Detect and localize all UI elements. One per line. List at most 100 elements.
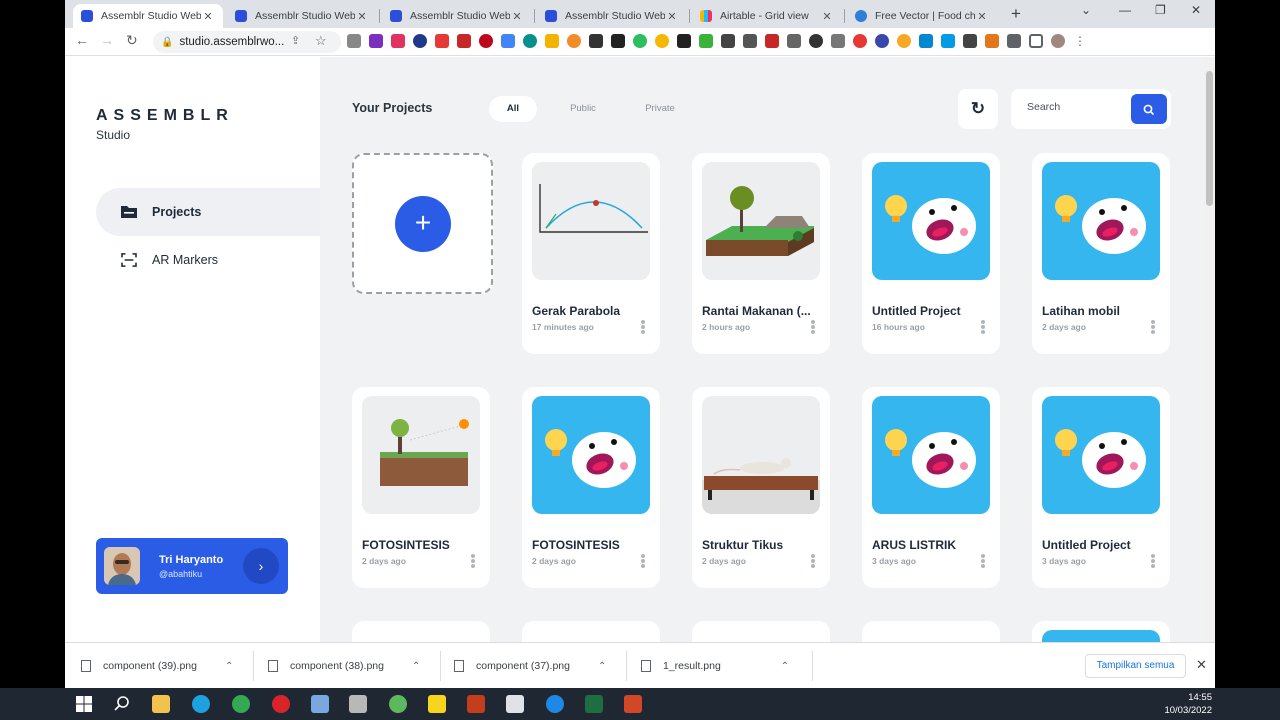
project-card[interactable]: FOTOSINTESIS 2 days ago: [522, 387, 660, 588]
chevron-up-icon[interactable]: ⌃: [781, 661, 789, 672]
extension-icon[interactable]: [941, 34, 955, 48]
more-options-icon[interactable]: [810, 554, 816, 568]
close-tab-icon[interactable]: ✕: [201, 10, 215, 23]
onenote-extension-icon[interactable]: [369, 34, 383, 48]
scrollbar-thumb[interactable]: [1206, 71, 1213, 206]
app-icon[interactable]: [389, 695, 407, 713]
tab-assemblr-1[interactable]: Assemblr Studio Web ✕: [73, 4, 223, 28]
download-item[interactable]: component (38).png ⌃: [268, 643, 420, 688]
maximize-button[interactable]: ❐: [1155, 3, 1166, 17]
close-window-button[interactable]: ✕: [1191, 3, 1201, 17]
project-card[interactable]: Untitled Project 16 hours ago: [862, 153, 1000, 354]
show-all-downloads-button[interactable]: Tampilkan semua: [1085, 654, 1186, 678]
close-tab-icon[interactable]: ✕: [355, 10, 369, 23]
translate-extension-icon[interactable]: [501, 34, 515, 48]
evernote-extension-icon[interactable]: [633, 34, 647, 48]
store-icon[interactable]: [311, 695, 329, 713]
extension-icon[interactable]: [457, 34, 471, 48]
metamask-extension-icon[interactable]: [985, 34, 999, 48]
extension-icon[interactable]: [567, 34, 581, 48]
extension-icon[interactable]: [765, 34, 779, 48]
extension-icon[interactable]: [897, 34, 911, 48]
download-item[interactable]: component (39).png ⌃: [81, 643, 233, 688]
new-project-button[interactable]: +: [352, 153, 493, 294]
side-panel-icon[interactable]: [1029, 34, 1043, 48]
scrollbar[interactable]: [1204, 57, 1215, 642]
user-card[interactable]: Tri Haryanto @abahtiku ›: [96, 538, 288, 594]
excel-icon[interactable]: [585, 695, 603, 713]
back-icon[interactable]: ←: [75, 32, 89, 48]
extension-icon[interactable]: [699, 34, 713, 48]
project-card[interactable]: Struktur Tikus 2 days ago: [692, 387, 830, 588]
more-options-icon[interactable]: [640, 554, 646, 568]
extension-icon[interactable]: [435, 34, 449, 48]
sidebar-item-ar-markers[interactable]: AR Markers: [96, 236, 320, 284]
extension-icon[interactable]: [677, 34, 691, 48]
search-button[interactable]: [1131, 94, 1167, 124]
extension-icon[interactable]: [413, 34, 427, 48]
filter-all[interactable]: All: [489, 96, 537, 122]
powerpoint-icon[interactable]: [624, 695, 642, 713]
tab-search-icon[interactable]: ⌄: [1081, 3, 1091, 17]
search-icon[interactable]: [113, 695, 131, 713]
extension-icon[interactable]: [853, 34, 867, 48]
extension-icon[interactable]: [875, 34, 889, 48]
extension-icon[interactable]: [721, 34, 735, 48]
close-tab-icon[interactable]: ✕: [510, 10, 524, 23]
sidebar-item-projects[interactable]: Projects: [96, 188, 320, 236]
new-tab-button[interactable]: +: [1011, 4, 1021, 24]
edge-icon[interactable]: [192, 695, 210, 713]
more-options-icon[interactable]: [470, 554, 476, 568]
extension-icon[interactable]: [919, 34, 933, 48]
close-tab-icon[interactable]: ✕: [820, 10, 834, 23]
chrome-icon[interactable]: [232, 695, 250, 713]
tab-assemblr-2[interactable]: Assemblr Studio Web ✕: [227, 4, 377, 28]
download-item[interactable]: component (37).png ⌃: [454, 643, 606, 688]
extension-icon[interactable]: [963, 34, 977, 48]
address-bar[interactable]: 🔒 studio.assemblrwo...: [153, 31, 341, 53]
app-icon[interactable]: [506, 695, 524, 713]
kebab-menu-icon[interactable]: ⋮: [1073, 34, 1087, 48]
chevron-up-icon[interactable]: ⌃: [598, 661, 606, 672]
filter-public[interactable]: Public: [559, 96, 607, 122]
opera-icon[interactable]: [272, 695, 290, 713]
close-tab-icon[interactable]: ✕: [975, 10, 989, 23]
download-item[interactable]: 1_result.png ⌃: [641, 643, 789, 688]
tab-assemblr-4[interactable]: Assemblr Studio Web ✕: [537, 4, 687, 28]
office-icon[interactable]: [467, 695, 485, 713]
more-options-icon[interactable]: [810, 320, 816, 334]
chevron-right-icon[interactable]: ›: [243, 548, 279, 584]
extension-icon[interactable]: [655, 34, 669, 48]
project-card[interactable]: Rantai Makanan (... 2 hours ago: [692, 153, 830, 354]
teamviewer-icon[interactable]: [546, 695, 564, 713]
project-card[interactable]: Gerak Parabola 17 minutes ago: [522, 153, 660, 354]
pinterest-extension-icon[interactable]: [479, 34, 493, 48]
profile-avatar[interactable]: [1051, 34, 1065, 48]
more-options-icon[interactable]: [980, 554, 986, 568]
project-card[interactable]: Latihan mobil 2 days ago: [1032, 153, 1170, 354]
extension-icon[interactable]: [787, 34, 801, 48]
project-card[interactable]: Untitled Project 3 days ago: [1032, 387, 1170, 588]
share-icon[interactable]: ⇪: [291, 34, 300, 47]
more-options-icon[interactable]: [1150, 320, 1156, 334]
chevron-up-icon[interactable]: ⌃: [412, 661, 420, 672]
file-explorer-icon[interactable]: [152, 695, 170, 713]
media-player-icon[interactable]: [349, 695, 367, 713]
tab-assemblr-3[interactable]: Assemblr Studio Web ✕: [382, 4, 532, 28]
extension-icon[interactable]: [831, 34, 845, 48]
windows-start-icon[interactable]: [75, 695, 93, 713]
more-options-icon[interactable]: [1150, 554, 1156, 568]
extension-icon[interactable]: [809, 34, 823, 48]
tab-airtable[interactable]: Airtable - Grid view ✕: [692, 4, 842, 28]
tab-freevector[interactable]: Free Vector | Food chain ✕: [847, 4, 997, 28]
system-clock[interactable]: 14:55 10/03/2022: [1162, 691, 1212, 717]
extension-icon[interactable]: [391, 34, 405, 48]
project-card[interactable]: FOTOSINTESIS 2 days ago: [352, 387, 490, 588]
close-icon[interactable]: ✕: [1196, 657, 1207, 673]
minimize-button[interactable]: —: [1119, 3, 1131, 17]
microphone-extension-icon[interactable]: [611, 34, 625, 48]
extension-icon[interactable]: [523, 34, 537, 48]
more-options-icon[interactable]: [640, 320, 646, 334]
extension-icon[interactable]: [589, 34, 603, 48]
project-card[interactable]: ARUS LISTRIK 3 days ago: [862, 387, 1000, 588]
